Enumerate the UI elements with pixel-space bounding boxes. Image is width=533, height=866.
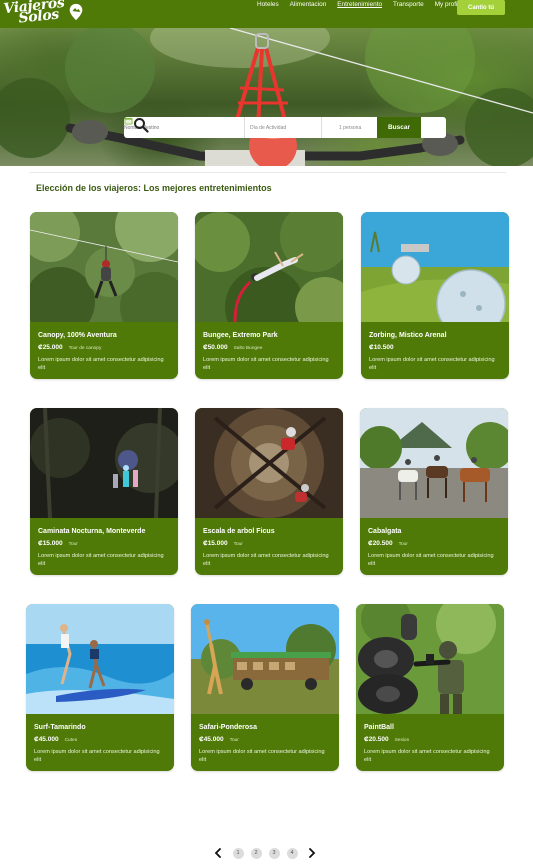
- card-body: PaintBall ₡20.500 Sesion Lorem ipsum dol…: [356, 714, 504, 771]
- card-title: Canopy, 100% Aventura: [38, 332, 117, 339]
- pagination-prev[interactable]: [213, 847, 223, 859]
- nav-link-transporte[interactable]: Transporte: [393, 0, 424, 12]
- chevron-right-icon: [309, 848, 316, 858]
- activity-card[interactable]: Escala de arbol Ficus ₡15.000 Tour Lorem…: [195, 408, 343, 575]
- card-body: Surf-Tamarindo ₡45.000 Cutes Lorem ipsum…: [26, 714, 174, 771]
- search-icon: [134, 118, 149, 133]
- nav-link-hoteles[interactable]: Hoteles: [257, 0, 279, 12]
- activity-card[interactable]: Bungee, Extremo Park ₡50.000 Salto Bunge…: [195, 212, 343, 379]
- section-divider: [29, 172, 506, 173]
- activity-card[interactable]: Cabalgata ₡20.500 Tour Lorem ipsum dolor…: [360, 408, 508, 575]
- card-tag: Tour: [229, 738, 239, 743]
- card-image-horseback: [360, 408, 508, 518]
- card-image-zorbing: [361, 212, 509, 322]
- card-tag: Salto Bungee: [233, 346, 263, 351]
- card-image-surf: [26, 604, 174, 714]
- card-title: PaintBall: [364, 724, 394, 731]
- card-tag: Tour: [233, 542, 243, 547]
- activity-date-field[interactable]: Día de Actividad: [124, 117, 321, 138]
- card-tag: Tour: [398, 542, 408, 547]
- card-description: Lorem ipsum dolor sit amet consectetur a…: [34, 749, 160, 763]
- card-price: ₡10.500: [369, 344, 394, 351]
- nav-link-alimentacion[interactable]: Alimentacion: [290, 0, 327, 12]
- page-number-4[interactable]: 4: [286, 847, 298, 859]
- card-title: Bungee, Extremo Park: [203, 332, 278, 339]
- card-description: Lorem ipsum dolor sit amet consectetur a…: [203, 357, 329, 371]
- card-image-night-walk: [30, 408, 178, 518]
- card-price: ₡15.000: [38, 540, 63, 547]
- people-field[interactable]: 1 persona: [322, 117, 377, 138]
- card-description: Lorem ipsum dolor sit amet consectetur a…: [199, 749, 325, 763]
- card-price: ₡45.000: [34, 736, 59, 743]
- card-image-canopy: [30, 212, 178, 322]
- hero-zipline-illustration: [0, 28, 533, 166]
- nav-links: Hoteles Alimentacion Entretenimiento Tra…: [257, 0, 473, 12]
- nav-link-entretenimiento[interactable]: Entretenimiento: [337, 0, 382, 12]
- card-description: Lorem ipsum dolor sit amet consectetur a…: [364, 749, 490, 763]
- card-description: Lorem ipsum dolor sit amet consectetur a…: [38, 357, 164, 371]
- card-title: Zorbing, Mistico Arenal: [369, 332, 447, 339]
- pagination: 1 2 3 4: [213, 846, 317, 860]
- card-title: Surf-Tamarindo: [34, 724, 86, 731]
- activity-card[interactable]: Zorbing, Mistico Arenal ₡10.500 Lorem ip…: [361, 212, 509, 379]
- pagination-next[interactable]: [307, 847, 317, 859]
- card-body: Bungee, Extremo Park ₡50.000 Salto Bunge…: [195, 322, 343, 379]
- logo-wordmark: Viajeros Solos: [2, 0, 66, 27]
- card-image-ficus-tree: [195, 408, 343, 518]
- card-price: ₡45.000: [199, 736, 224, 743]
- activity-card[interactable]: PaintBall ₡20.500 Sesion Lorem ipsum dol…: [356, 604, 504, 771]
- card-price: ₡25.000: [38, 344, 63, 351]
- page-number-2[interactable]: 2: [250, 847, 262, 859]
- card-title: Safari-Ponderosa: [199, 724, 257, 731]
- card-image-paintball: [356, 604, 504, 714]
- card-tag: Tour de canopy: [68, 346, 102, 351]
- card-price: ₡20.500: [368, 540, 393, 547]
- people-placeholder: 1 persona: [339, 124, 362, 131]
- card-price: ₡15.000: [203, 540, 228, 547]
- activity-card[interactable]: Safari-Ponderosa ₡45.000 Tour Lorem ipsu…: [191, 604, 339, 771]
- search-bar: Día de Actividad 1 persona Buscar: [124, 117, 446, 138]
- card-body: Caminata Nocturna, Monteverde ₡15.000 To…: [30, 518, 178, 575]
- card-description: Lorem ipsum dolor sit amet consectetur a…: [203, 553, 329, 567]
- page-number-3[interactable]: 3: [268, 847, 280, 859]
- card-body: Escala de arbol Ficus ₡15.000 Tour Lorem…: [195, 518, 343, 575]
- card-image-safari: [191, 604, 339, 714]
- card-price: ₡50.000: [203, 344, 228, 351]
- card-description: Lorem ipsum dolor sit amet consectetur a…: [38, 553, 164, 567]
- activity-card[interactable]: Surf-Tamarindo ₡45.000 Cutes Lorem ipsum…: [26, 604, 174, 771]
- activity-card[interactable]: Caminata Nocturna, Monteverde ₡15.000 To…: [30, 408, 178, 575]
- card-tag: Sesion: [394, 738, 410, 743]
- card-body: Zorbing, Mistico Arenal ₡10.500 Lorem ip…: [361, 322, 509, 379]
- page-number-1[interactable]: 1: [232, 847, 244, 859]
- date-placeholder: Día de Actividad: [250, 124, 287, 131]
- card-title: Caminata Nocturna, Monteverde: [38, 528, 146, 535]
- card-title: Cabalgata: [368, 528, 402, 535]
- card-price: ₡20.500: [364, 736, 389, 743]
- card-description: Lorem ipsum dolor sit amet consectetur a…: [368, 553, 494, 567]
- card-title: Escala de arbol Ficus: [203, 528, 275, 535]
- brand-logo[interactable]: Viajeros Solos: [2, 0, 85, 27]
- location-pin-icon: [69, 3, 83, 21]
- card-image-bungee: [195, 212, 343, 322]
- card-body: Safari-Ponderosa ₡45.000 Tour Lorem ipsu…: [191, 714, 339, 771]
- card-description: Lorem ipsum dolor sit amet consectetur a…: [369, 357, 495, 371]
- card-tag: Tour: [68, 542, 78, 547]
- activity-card[interactable]: Canopy, 100% Aventura ₡25.000 Tour de ca…: [30, 212, 178, 379]
- card-body: Cabalgata ₡20.500 Tour Lorem ipsum dolor…: [360, 518, 508, 575]
- card-tag: Cutes: [64, 738, 78, 743]
- card-body: Canopy, 100% Aventura ₡25.000 Tour de ca…: [30, 322, 178, 379]
- section-title: Elección de los viajeros: Los mejores en…: [36, 183, 272, 193]
- cta-button[interactable]: Cantio tú: [457, 0, 505, 15]
- chevron-left-icon: [214, 848, 221, 858]
- search-button[interactable]: Buscar: [377, 117, 421, 138]
- calendar-icon: [124, 117, 133, 125]
- top-navbar: Viajeros Solos Hoteles Alimentacion Entr…: [0, 0, 533, 28]
- hero-banner: Día de Actividad 1 persona Buscar: [0, 28, 533, 166]
